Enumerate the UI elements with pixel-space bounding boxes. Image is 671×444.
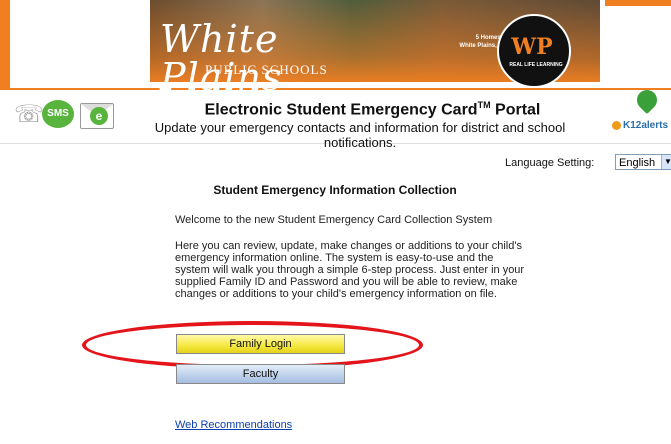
k12alerts-label: K12alerts [623,120,669,131]
site-header: White Plains PUBLIC SCHOOLS 5 Homeside L… [0,0,671,150]
language-setting-label: Language Setting: [505,157,595,169]
portal-title-text: Electronic Student Emergency Card [204,101,478,119]
language-selected-value: English [619,157,656,169]
page-title: Student Emergency Information Collection [213,183,457,197]
welcome-text: Welcome to the new Student Emergency Car… [175,214,493,226]
web-recommendations-link[interactable]: Web Recommendations [175,419,292,431]
banner: White Plains PUBLIC SCHOOLS 5 Homeside L… [0,0,671,90]
language-select[interactable]: English ▼ [615,154,671,170]
banner-right-panel [600,6,671,88]
school-name: White Plains [160,17,283,90]
logo-ring-text: REAL LIFE LEARNING [509,62,563,68]
family-login-button[interactable]: Family Login [176,334,345,354]
k12alerts-heart-icon [632,85,662,115]
k12alerts-dot-icon [612,120,621,130]
phone-icon: ☏ [14,101,45,128]
trademark-mark: TM [477,100,491,110]
logo-monogram: WP [511,34,553,60]
dropdown-arrow-icon[interactable]: ▼ [661,155,671,169]
description-text: Here you can review, update, make change… [175,240,525,300]
sms-icon: SMS [42,100,74,128]
school-subtitle: PUBLIC SCHOOLS [205,62,328,77]
portal-title-suffix: Portal [495,101,541,119]
portal-subtitle: Update your emergency contacts and infor… [154,120,566,150]
faculty-button[interactable]: Faculty [176,364,345,384]
email-e-badge-icon: e [90,107,108,125]
k12alerts-logo: K12alerts [612,120,668,131]
contact-icons: ☏ SMS e [14,100,134,132]
portal-title: Electronic Student Emergency CardTM Port… [150,100,595,119]
